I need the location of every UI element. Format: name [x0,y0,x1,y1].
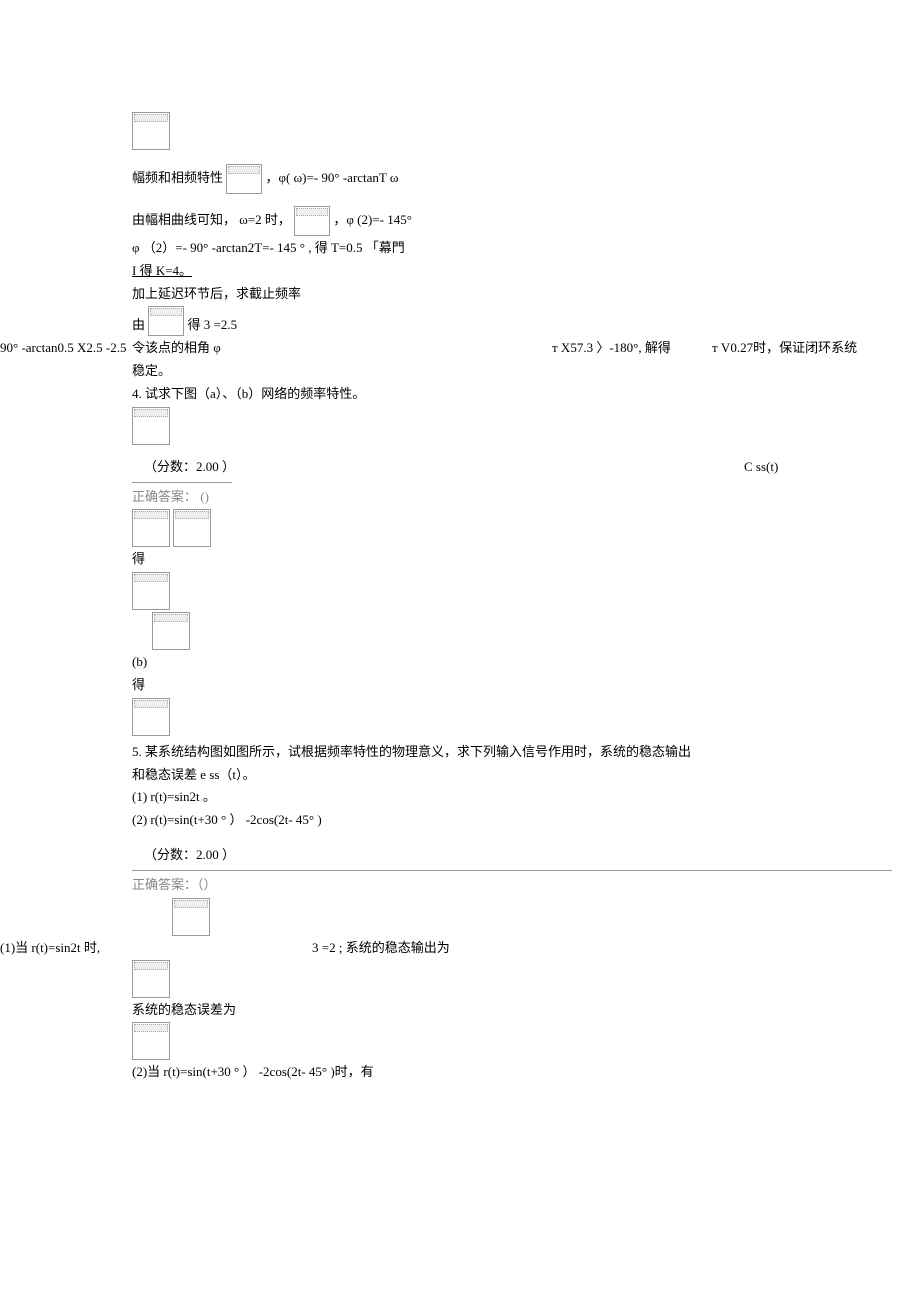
text-line: 加上延迟环节后，求截止频率 [132,284,920,305]
text: 正确答案： () [132,489,209,504]
text: 4. 试求下图（a）、（b）网络的频率特性。 [132,386,365,401]
text: 系统的稳态误差为 [132,1002,236,1017]
answer-label: 正确答案： () [132,487,920,508]
text: т X57.3 〉-180°, 解得 [552,338,671,359]
img-placeholder [132,407,920,445]
text-line: 由 得 3 =2.5 [132,306,920,336]
text: (2)当 r(t)=sin(t+30 ° ） -2cos(2t- 45° )时，… [132,1064,374,1079]
text: (1)当 r(t)=sin2t 时, [0,938,100,959]
divider [132,870,892,871]
text-line: 系统的稳态误差为 [132,1000,920,1021]
text: т V0.27时，保证闭环系统 [712,338,857,359]
img-placeholder [132,1022,920,1060]
text: 3 =2 ; 系统的稳态输出为 [312,938,450,959]
text: (1) r(t)=sin2t 。 [132,789,216,804]
text-line: 得 [132,675,920,696]
text-line: 得 [132,549,920,570]
text: （分数：2.00 ） [144,459,235,474]
formula-image [173,509,211,547]
question-4: 4. 试求下图（a）、（b）网络的频率特性。 [132,384,920,405]
text: 得 3 =2.5 [188,318,238,333]
text: 幅频和相频特性 [132,170,223,185]
figure-image [132,407,170,445]
text-line: φ （2）=- 90° -arctan2T=- 145 ° , 得 T=0.5 … [132,238,920,259]
text-line: (2) r(t)=sin(t+30 ° ） -2cos(2t- 45° ) [132,810,920,831]
text-line: 由幅相曲线可知， ω=2 时， ，φ (2)=- 145° [132,206,920,236]
formula-image [132,509,170,547]
text: C ss(t) [744,457,778,478]
text: 5. 某系统结构图如图所示，试根据频率特性的物理意义，求下列输入信号作用时，系统… [132,744,691,759]
text: 由幅相曲线可知， ω=2 时， [132,212,291,227]
formula-image [132,112,170,150]
formula-image [132,960,170,998]
text: (2) r(t)=sin(t+30 ° ） -2cos(2t- 45° ) [132,812,322,827]
text: 稳定。 [132,363,171,378]
text: 90° -arctan0.5 X2.5 -2.5 [0,338,127,359]
text: 和稳态误差 e ss（t）。 [132,767,256,782]
formula-image [294,206,330,236]
formula-image [132,572,170,610]
text: 正确答案：（） [132,877,217,892]
img-row [132,509,920,547]
score-line: （分数：2.00 ） [144,845,920,866]
img-placeholder [132,960,920,998]
text: φ （2）=- 90° -arctan2T=- 145 ° , 得 T=0.5 … [132,240,405,255]
text-line: (b) [132,652,920,673]
text: 由 [132,318,145,333]
text-line: (2)当 r(t)=sin(t+30 ° ） -2cos(2t- 45° )时，… [132,1062,920,1083]
text-line: (1) r(t)=sin2t 。 [132,787,920,808]
divider [132,482,232,483]
text: 令该点的相角 φ [132,340,221,355]
formula-image [148,306,184,336]
formula-image [132,698,170,736]
img-placeholder [132,572,920,610]
text: ，φ (2)=- 145° [333,212,412,227]
text-line: 幅频和相频特性 ，φ( ω)=- 90° -arctanT ω [132,164,920,194]
formula-image [152,612,190,650]
text-line: I 得 K=4。 [132,261,920,282]
text: 加上延迟环节后，求截止频率 [132,286,301,301]
text: (b) [132,654,147,669]
text-line: 稳定。 [132,361,920,382]
text: 得 [132,677,145,692]
question-5: 5. 某系统结构图如图所示，试根据频率特性的物理意义，求下列输入信号作用时，系统… [132,742,920,763]
img-placeholder [152,612,920,650]
text: （分数：2.00 ） [144,847,235,862]
img-placeholder [172,898,920,936]
text-line: 和稳态误差 e ss（t）。 [132,765,920,786]
answer-label: 正确答案：（） [132,875,920,896]
formula-image [132,1022,170,1060]
score-line: （分数：2.00 ） C ss(t) [144,457,920,478]
img-placeholder [132,698,920,736]
img-placeholder [132,112,920,150]
formula-image [172,898,210,936]
wide-line: 90° -arctan0.5 X2.5 -2.5 令该点的相角 φ т X57.… [132,338,920,359]
text: ，φ( ω)=- 90° -arctanT ω [266,170,399,185]
formula-image [226,164,262,194]
text-line: (1)当 r(t)=sin2t 时, 3 =2 ; 系统的稳态输出为 [132,938,920,958]
text: I 得 K=4。 [132,263,192,278]
text: 得 [132,551,145,566]
